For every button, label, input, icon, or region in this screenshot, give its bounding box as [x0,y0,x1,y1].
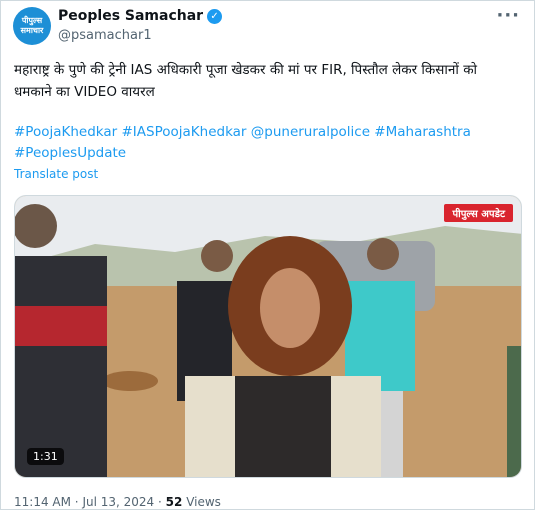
views-count: 52 [165,495,183,509]
video-player[interactable]: पीपुल्स अपडेट 1:31 [14,195,522,478]
avatar-text-top: पीपुल्स [21,16,43,25]
avatar-text-bottom: समाचार [20,26,44,35]
verified-badge-icon[interactable]: ✓ [207,8,223,24]
meta-separator: · [74,495,79,509]
views-label: Views [186,495,221,509]
author-display-name[interactable]: Peoples Samachar [58,8,203,24]
tweet-card: पीपुल्स समाचार Peoples Samachar ✓ @psama… [0,0,535,510]
video-frame [15,196,521,477]
author-handle[interactable]: @psamachar1 [58,28,152,43]
tweet-meta: 11:14 AM · Jul 13, 2024 · 52 Views [14,495,221,509]
translate-post-link[interactable]: Translate post [14,167,98,181]
tweet-time[interactable]: 11:14 AM [14,495,71,509]
author-name-row: Peoples Samachar ✓ [58,8,223,24]
tweet-text: महाराष्ट्र के पुणे की ट्रेनी IAS अधिकारी… [14,62,478,100]
more-options-icon[interactable]: ··· [496,5,520,26]
meta-separator-2: · [158,495,162,509]
avatar[interactable]: पीपुल्स समाचार [13,7,51,45]
channel-watermark: पीपुल्स अपडेट [444,204,513,222]
video-duration-badge: 1:31 [27,448,64,465]
tweet-date[interactable]: Jul 13, 2024 [82,495,154,509]
tweet-hashtags[interactable]: #PoojaKhedkar #IASPoojaKhedkar @punerura… [14,122,519,164]
